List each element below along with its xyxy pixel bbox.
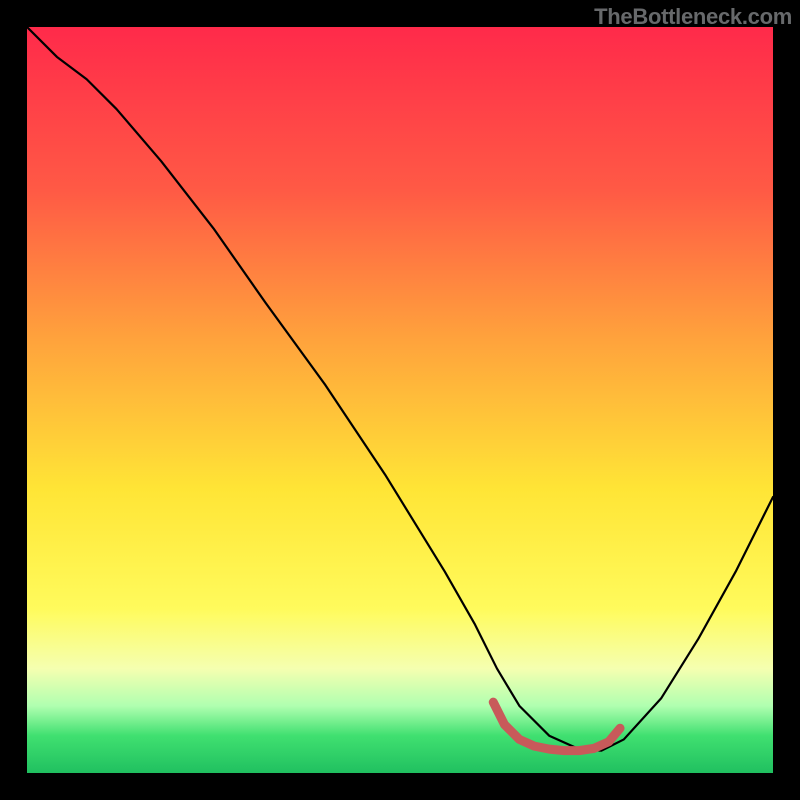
chart-svg	[27, 27, 773, 773]
main-curve	[27, 27, 773, 751]
watermark: TheBottleneck.com	[594, 4, 792, 30]
chart-container: TheBottleneck.com	[0, 0, 800, 800]
trough-marker	[493, 702, 620, 750]
